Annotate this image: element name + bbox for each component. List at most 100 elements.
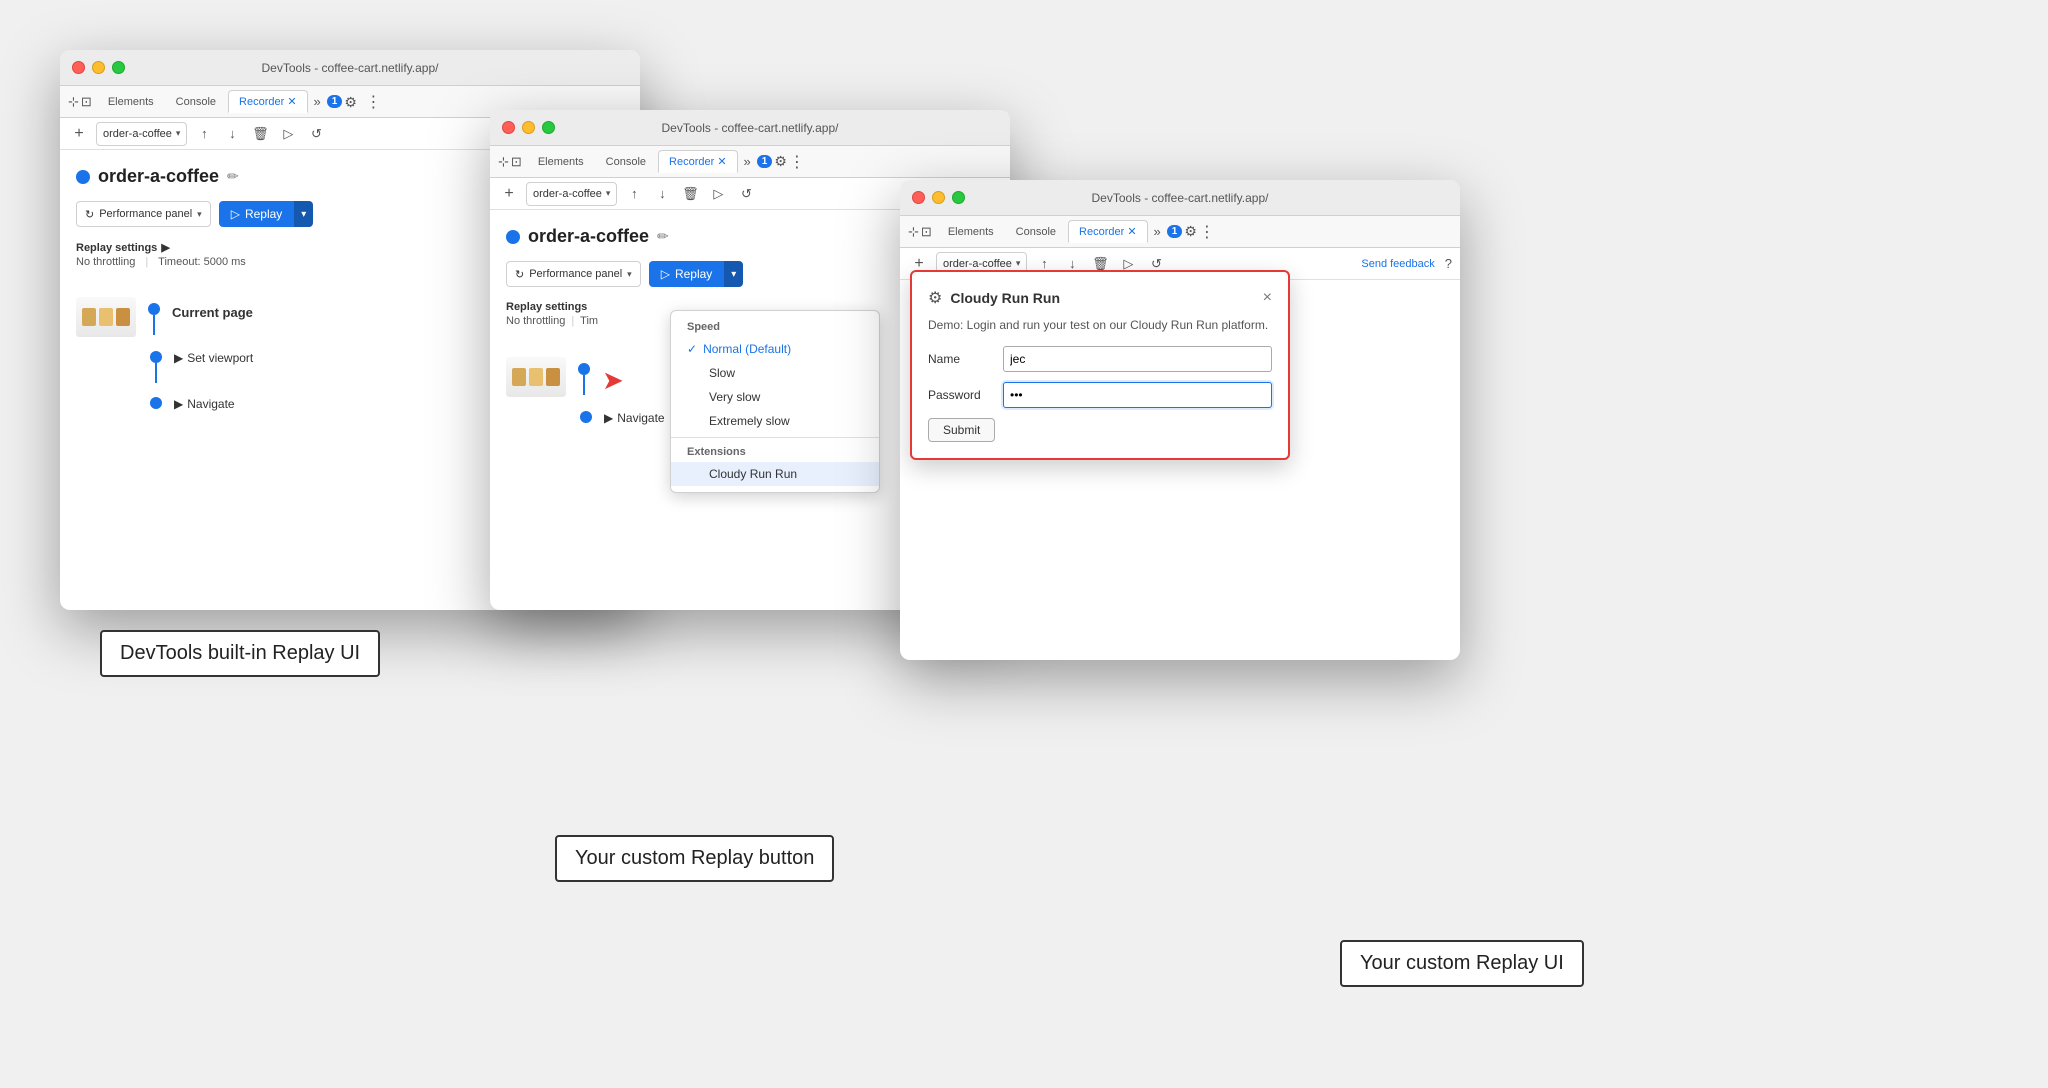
replay-play-icon-1: ▷ bbox=[231, 207, 240, 221]
thumb-card-23 bbox=[546, 368, 560, 386]
perf-chevron-2: ▾ bbox=[627, 269, 632, 280]
performance-panel-btn-1[interactable]: ↻ Performance panel ▾ bbox=[76, 201, 211, 227]
no-throttle-2: No throttling bbox=[506, 315, 565, 327]
tab-elements-1[interactable]: Elements bbox=[98, 92, 164, 112]
min-btn-2[interactable] bbox=[522, 121, 535, 134]
recording-select-2[interactable]: order-a-coffee ▾ bbox=[526, 182, 617, 206]
window-title-3: DevTools - coffee-cart.netlify.app/ bbox=[1092, 191, 1269, 205]
more-tabs-2[interactable]: » bbox=[744, 154, 751, 169]
speed-extremely-slow-item[interactable]: Extremely slow bbox=[671, 409, 879, 433]
replay-button-group-1: ▷ Replay ▾ bbox=[219, 201, 314, 227]
more-tabs-3[interactable]: » bbox=[1154, 224, 1161, 239]
export-btn-2[interactable]: ↑ bbox=[623, 183, 645, 205]
send-feedback-3[interactable]: Send feedback bbox=[1361, 258, 1434, 270]
step-dot-navigate-1 bbox=[150, 397, 162, 409]
dropdown-divider bbox=[671, 437, 879, 438]
tab-recorder-3[interactable]: Recorder ✕ bbox=[1068, 220, 1148, 243]
chat-badge-3[interactable]: 1 bbox=[1167, 225, 1183, 238]
password-input[interactable] bbox=[1003, 382, 1272, 408]
dialog-close-btn[interactable]: × bbox=[1263, 289, 1272, 307]
min-btn-3[interactable] bbox=[932, 191, 945, 204]
window-3: DevTools - coffee-cart.netlify.app/ ⊹ ⊡ … bbox=[900, 180, 1460, 660]
replay-dropdown-btn-2[interactable]: ▾ bbox=[724, 261, 743, 287]
speed-normal-label: Normal (Default) bbox=[703, 342, 791, 356]
speed-slow-label: Slow bbox=[709, 366, 735, 380]
square-icon-2[interactable]: ⊡ bbox=[511, 154, 522, 170]
replay-dropdown-btn-1[interactable]: ▾ bbox=[294, 201, 313, 227]
import-btn-2[interactable]: ↓ bbox=[651, 183, 673, 205]
delete-btn-1[interactable]: 🗑 bbox=[249, 123, 271, 145]
square-icon-3[interactable]: ⊡ bbox=[921, 224, 932, 240]
devtools-tabs-3: ⊹ ⊡ Elements Console Recorder ✕ » 1 ⚙ ⋮ bbox=[900, 216, 1460, 248]
dialog-gear-icon: ⚙ bbox=[928, 288, 942, 308]
max-btn-2[interactable] bbox=[542, 121, 555, 134]
tab-console-1[interactable]: Console bbox=[166, 92, 226, 112]
more-tabs-1[interactable]: » bbox=[314, 94, 321, 109]
step-thumbnail-2 bbox=[506, 357, 566, 397]
thumb-content-2 bbox=[506, 357, 566, 397]
replay-play-icon-2: ▷ bbox=[661, 267, 670, 281]
more-options-icon-2[interactable]: ⋮ bbox=[789, 152, 805, 172]
dialog-description: Demo: Login and run your test on our Clo… bbox=[928, 318, 1272, 332]
settings-icon-2[interactable]: ⚙ bbox=[774, 153, 787, 170]
chat-badge-2[interactable]: 1 bbox=[757, 155, 773, 168]
replay-button-group-2: ▷ Replay ▾ bbox=[649, 261, 744, 287]
close-btn-3[interactable] bbox=[912, 191, 925, 204]
tab-recorder-2[interactable]: Recorder ✕ bbox=[658, 150, 738, 173]
max-btn-3[interactable] bbox=[952, 191, 965, 204]
no-throttle-1: No throttling bbox=[76, 256, 135, 268]
label-text-3: Your custom Replay UI bbox=[1360, 952, 1564, 974]
speed-very-slow-item[interactable]: Very slow bbox=[671, 385, 879, 409]
label-box-1: DevTools built-in Replay UI bbox=[100, 630, 380, 677]
square-icon-1[interactable]: ⊡ bbox=[81, 94, 92, 110]
edit-icon-1[interactable]: ✏ bbox=[227, 168, 239, 185]
tab-elements-3[interactable]: Elements bbox=[938, 222, 1004, 242]
name-input[interactable] bbox=[1003, 346, 1272, 372]
more-options-icon-3[interactable]: ⋮ bbox=[1199, 222, 1215, 242]
window-controls-1 bbox=[72, 61, 125, 74]
tab-console-2[interactable]: Console bbox=[596, 152, 656, 172]
thumb-row-1 bbox=[82, 308, 130, 326]
settings-icon-3[interactable]: ⚙ bbox=[1184, 223, 1197, 240]
close-btn-1[interactable] bbox=[72, 61, 85, 74]
undo-btn-1[interactable]: ↺ bbox=[305, 123, 327, 145]
speed-slow-item[interactable]: Slow bbox=[671, 361, 879, 385]
settings-icon-1[interactable]: ⚙ bbox=[344, 94, 360, 110]
step-thumbnail-1 bbox=[76, 297, 136, 337]
step-btn-2[interactable]: ▷ bbox=[707, 183, 729, 205]
export-btn-1[interactable]: ↑ bbox=[193, 123, 215, 145]
add-btn-1[interactable]: + bbox=[68, 123, 90, 145]
step-dot-current-1 bbox=[148, 303, 160, 315]
max-btn-1[interactable] bbox=[112, 61, 125, 74]
speed-normal-item[interactable]: ✓ Normal (Default) bbox=[671, 337, 879, 361]
dialog-header: ⚙ Cloudy Run Run × bbox=[928, 288, 1272, 308]
close-btn-2[interactable] bbox=[502, 121, 515, 134]
thumb-card-1 bbox=[82, 308, 96, 326]
replay-main-btn-2[interactable]: ▷ Replay bbox=[649, 261, 725, 287]
cloudy-run-run-item[interactable]: Cloudy Run Run bbox=[671, 462, 879, 486]
tab-recorder-1[interactable]: Recorder ✕ bbox=[228, 90, 308, 113]
replay-main-btn-1[interactable]: ▷ Replay bbox=[219, 201, 295, 227]
step-btn-1[interactable]: ▷ bbox=[277, 123, 299, 145]
speed-very-slow-label: Very slow bbox=[709, 390, 760, 404]
submit-button[interactable]: Submit bbox=[928, 418, 995, 442]
min-btn-1[interactable] bbox=[92, 61, 105, 74]
chat-badge-1[interactable]: 1 bbox=[327, 95, 343, 108]
edit-icon-2[interactable]: ✏ bbox=[657, 228, 669, 245]
more-options-icon-1[interactable]: ⋮ bbox=[365, 92, 381, 112]
undo-btn-2[interactable]: ↺ bbox=[735, 183, 757, 205]
cloudy-run-run-dialog: ⚙ Cloudy Run Run × Demo: Login and run y… bbox=[910, 270, 1290, 460]
add-btn-2[interactable]: + bbox=[498, 183, 520, 205]
perf-chevron-1: ▾ bbox=[197, 209, 202, 220]
delete-btn-2[interactable]: 🗑 bbox=[679, 183, 701, 205]
cursor-icon-2[interactable]: ⊹ bbox=[498, 154, 509, 170]
performance-panel-btn-2[interactable]: ↻ Performance panel ▾ bbox=[506, 261, 641, 287]
tab-elements-2[interactable]: Elements bbox=[528, 152, 594, 172]
import-btn-1[interactable]: ↓ bbox=[221, 123, 243, 145]
chevron-down-icon-3: ▾ bbox=[1016, 258, 1021, 269]
cursor-icon-1[interactable]: ⊹ bbox=[68, 94, 79, 110]
cursor-icon-3[interactable]: ⊹ bbox=[908, 224, 919, 240]
help-icon-3[interactable]: ? bbox=[1445, 256, 1452, 271]
tab-console-3[interactable]: Console bbox=[1006, 222, 1066, 242]
recording-select-1[interactable]: order-a-coffee ▾ bbox=[96, 122, 187, 146]
